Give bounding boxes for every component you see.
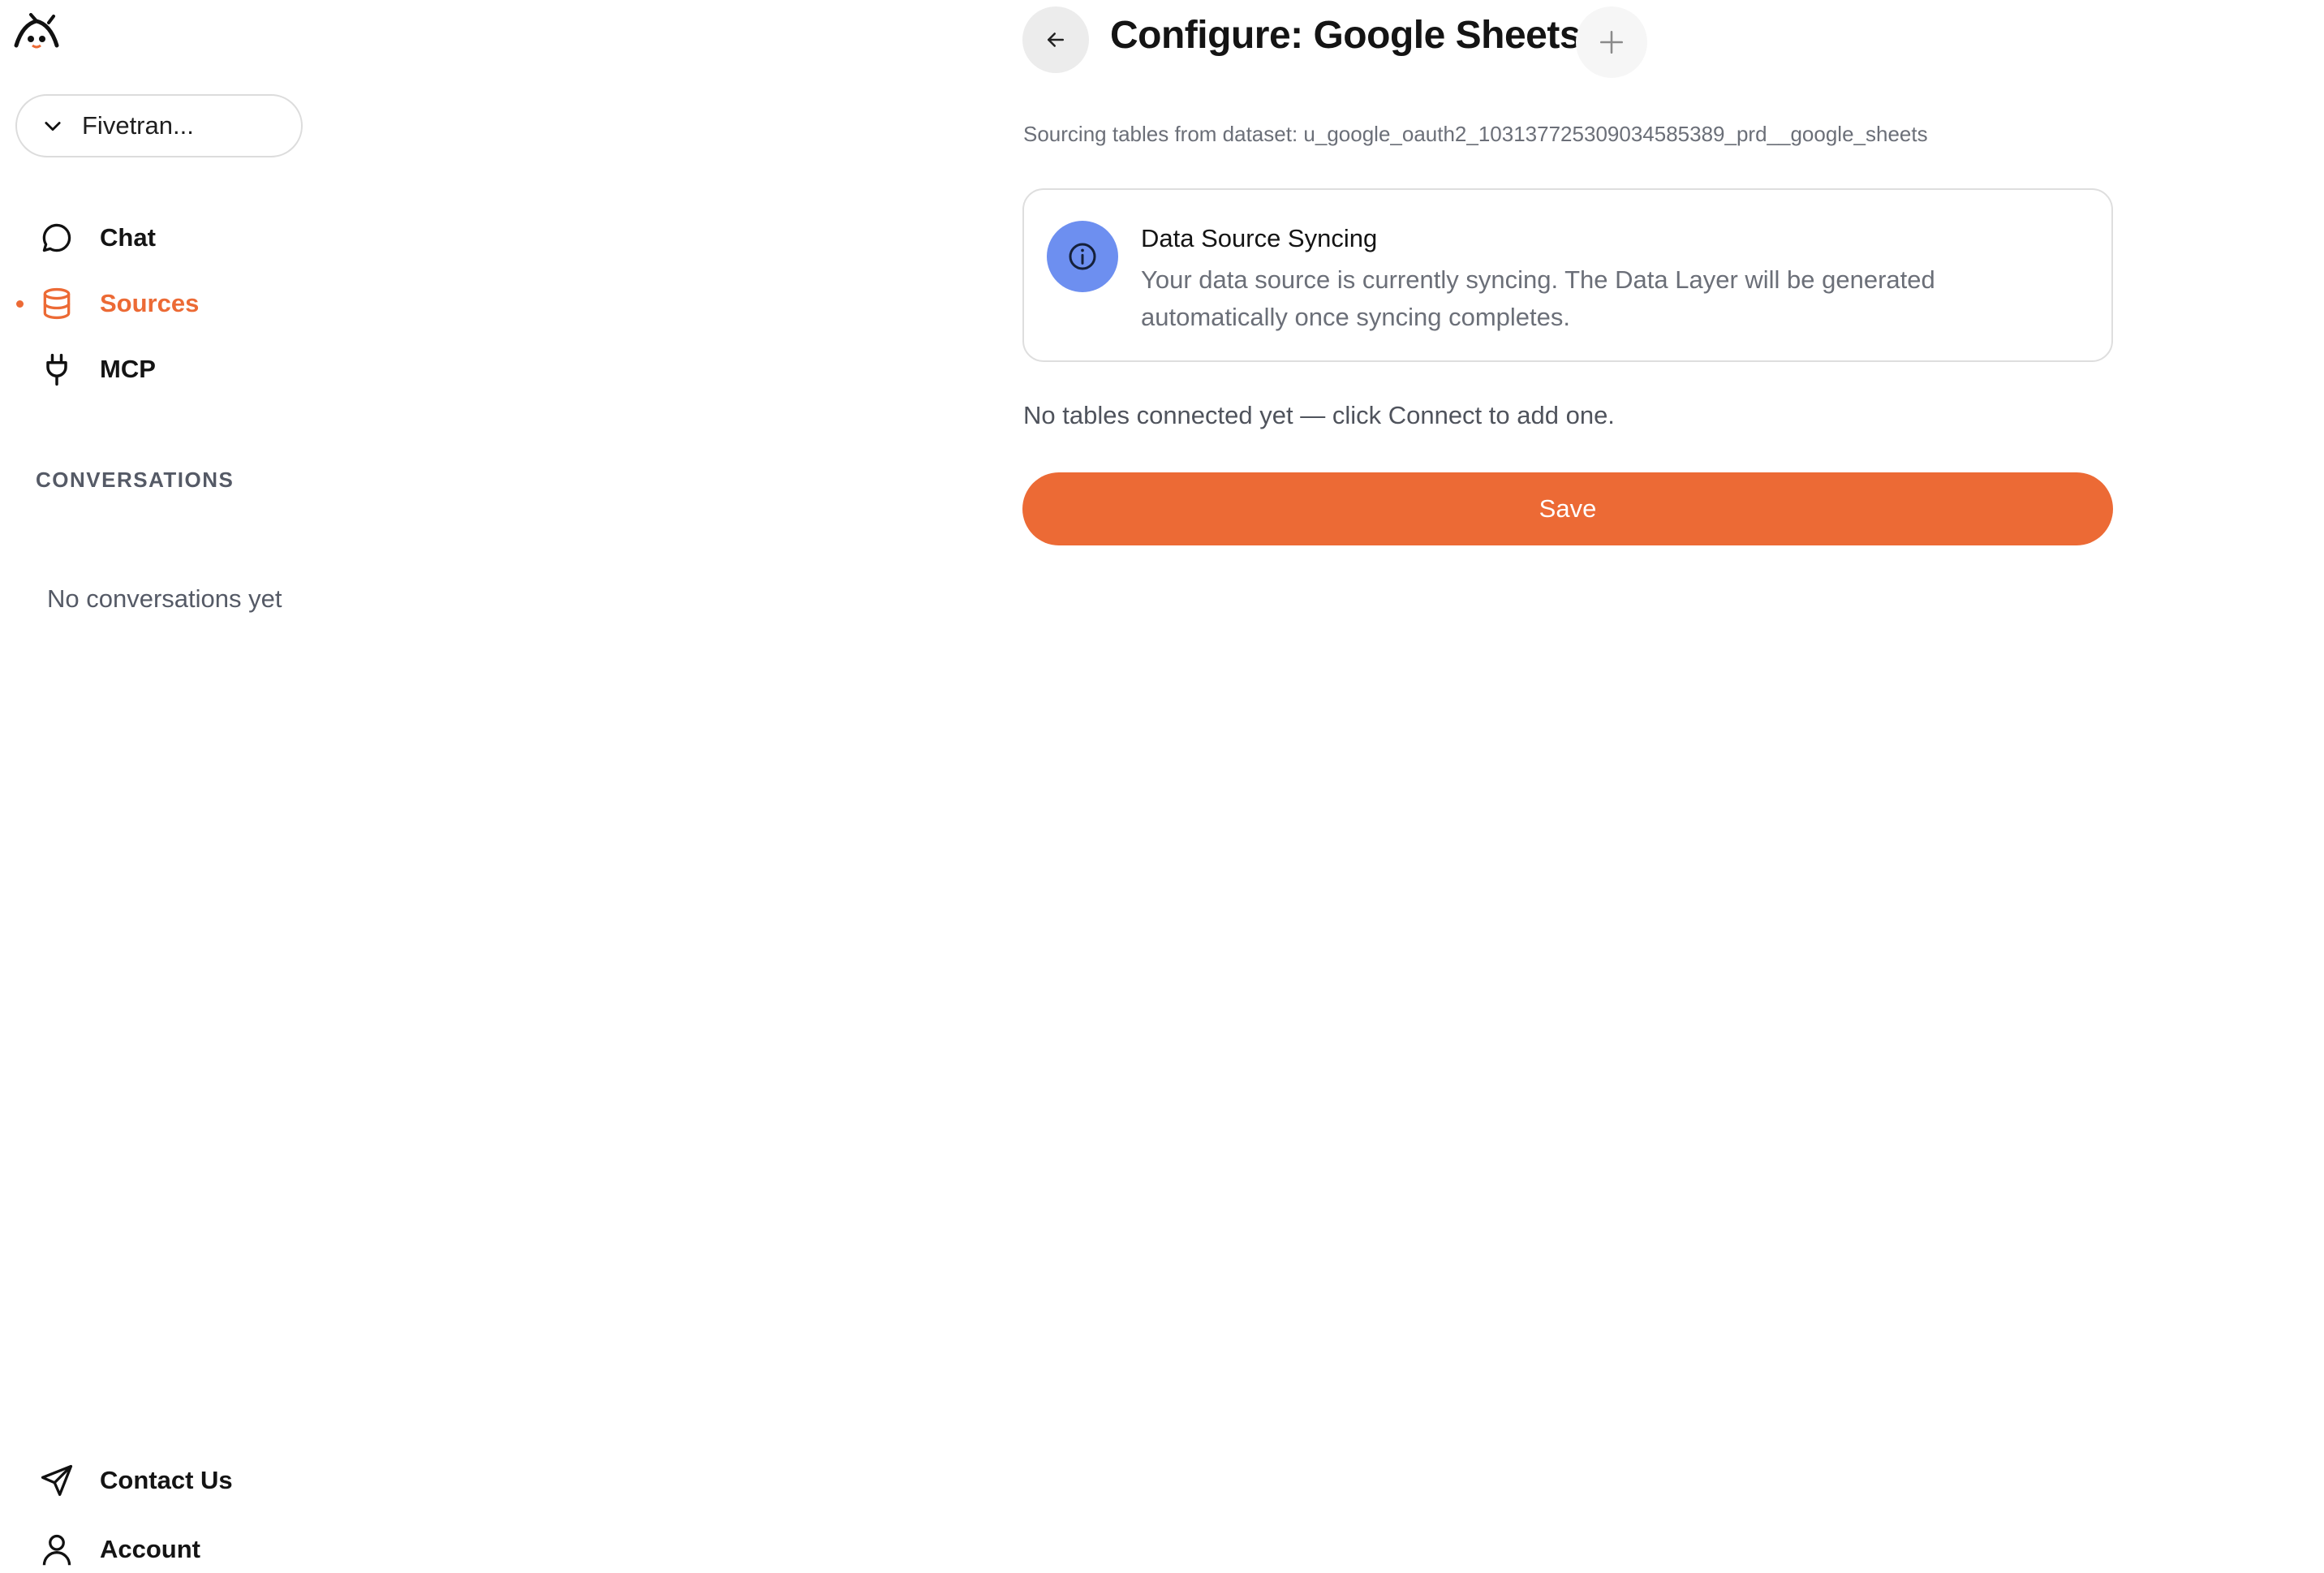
user-icon [42, 1534, 71, 1566]
sidebar-item-account[interactable]: Account [0, 1523, 325, 1573]
sync-status-body: Your data source is currently syncing. T… [1141, 265, 1935, 331]
sidebar-item-label: MCP [100, 355, 156, 383]
info-icon [1069, 243, 1096, 270]
sidebar-item-label: Chat [100, 223, 156, 252]
chat-bubble-icon [42, 223, 71, 252]
workspace-select-value: Fivetran... [82, 111, 194, 140]
send-icon [41, 1464, 73, 1497]
chevron-down-icon [45, 122, 61, 131]
conversations-heading: CONVERSATIONS [36, 468, 235, 492]
app-window: Fivetran... Chat Sources MCP CONVERSATIO… [0, 0, 2324, 1573]
sidebar-item-contact-us[interactable]: Contact Us [0, 1454, 325, 1506]
active-indicator-dot [16, 300, 24, 308]
sidebar-item-mcp[interactable]: MCP [0, 343, 325, 395]
plus-icon [1599, 30, 1624, 54]
sidebar-item-label: Account [100, 1535, 200, 1563]
page-title: Configure: Google Sheets [1110, 14, 1582, 57]
sidebar-item-label: Contact Us [100, 1466, 233, 1494]
dataset-source-text: Sourcing tables from dataset: u_google_o… [1023, 122, 1928, 146]
info-icon-badge [1047, 221, 1118, 292]
plug-icon [46, 353, 67, 386]
conversations-empty-text: No conversations yet [47, 584, 282, 613]
arrow-left-icon [1048, 32, 1064, 47]
sidebar-item-chat[interactable]: Chat [0, 212, 325, 264]
sync-status-card: Data Source Syncing Your data source is … [1022, 188, 2113, 362]
workspace-select[interactable]: Fivetran... [15, 94, 303, 157]
sync-status-title: Data Source Syncing [1141, 224, 1378, 252]
save-button[interactable]: Save [1022, 472, 2113, 545]
sidebar-item-sources[interactable]: Sources [0, 278, 325, 330]
database-icon [43, 287, 71, 320]
back-button[interactable] [1022, 6, 1089, 73]
tables-empty-text: No tables connected yet — click Connect … [1023, 401, 1615, 429]
sidebar-item-label: Sources [100, 289, 200, 317]
add-button[interactable] [1576, 6, 1647, 78]
fivetran-bot-logo-icon[interactable] [13, 13, 60, 49]
